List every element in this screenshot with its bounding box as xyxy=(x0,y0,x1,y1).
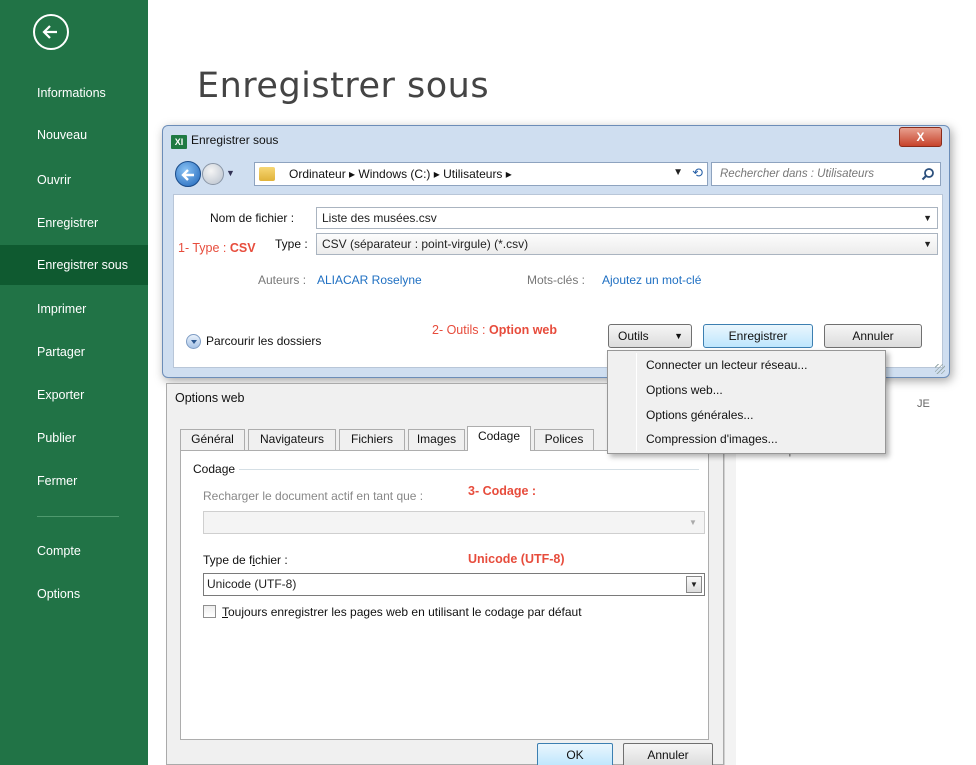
sidebar-item-fermer[interactable]: Fermer xyxy=(0,461,148,501)
dialog-title: Enregistrer sous xyxy=(191,133,279,147)
menu-item-web-options[interactable]: Options web... xyxy=(646,383,723,397)
tab-general[interactable]: Général xyxy=(180,429,245,450)
annotation-step3: 3- Codage : xyxy=(468,484,537,498)
chevron-down-icon[interactable]: ▼ xyxy=(923,234,932,254)
type-label: Type : xyxy=(275,237,308,251)
sidebar-item-options[interactable]: Options xyxy=(0,574,148,614)
menu-item-compress-pictures[interactable]: Compression d'images... xyxy=(646,432,778,446)
arrow-left-icon xyxy=(181,169,194,181)
page-title: Enregistrer sous xyxy=(197,66,490,106)
reload-label: Recharger le document actif en tant que … xyxy=(203,489,424,503)
resize-grip[interactable] xyxy=(935,364,945,374)
filename-label: Nom de fichier : xyxy=(210,211,295,225)
menu-item-general-options[interactable]: Options générales... xyxy=(646,408,753,422)
background-text: JE xyxy=(917,398,930,410)
type-select[interactable]: CSV (séparateur : point-virgule) (*.csv)… xyxy=(316,233,938,255)
refresh-icon[interactable]: ⟲ xyxy=(692,165,703,181)
tags-value[interactable]: Ajoutez un mot-clé xyxy=(602,273,701,287)
chevron-down-icon: ▼ xyxy=(689,518,697,527)
menu-gutter xyxy=(636,353,637,451)
search-placeholder: Rechercher dans : Utilisateurs xyxy=(720,168,875,180)
checkbox[interactable] xyxy=(203,605,216,618)
expand-chevron-icon xyxy=(186,334,201,350)
browse-folders-toggle[interactable]: Parcourir les dossiers xyxy=(186,334,321,350)
search-input[interactable]: Rechercher dans : Utilisateurs xyxy=(711,162,941,186)
folder-icon xyxy=(259,167,275,181)
annotation-step3-value: Unicode (UTF-8) xyxy=(468,552,565,566)
tab-images[interactable]: Images xyxy=(408,429,465,450)
sidebar-item-ouvrir[interactable]: Ouvrir xyxy=(0,160,148,200)
cancel-button[interactable]: Annuler xyxy=(623,743,713,765)
navigation-bar: ▼ Ordinateur ▸ Windows (C:) ▸ Utilisateu… xyxy=(173,159,943,189)
address-bar[interactable]: Ordinateur ▸ Windows (C:) ▸ Utilisateurs… xyxy=(254,162,708,186)
sidebar-item-exporter[interactable]: Exporter xyxy=(0,375,148,415)
authors-value[interactable]: ALIACAR Roselyne xyxy=(317,273,422,287)
filetype-value: Unicode (UTF-8) xyxy=(207,577,297,591)
sidebar-item-nouveau[interactable]: Nouveau xyxy=(0,115,148,155)
close-button[interactable]: X xyxy=(899,127,942,147)
tab-fichiers[interactable]: Fichiers xyxy=(339,429,405,450)
chevron-down-icon[interactable]: ▼ xyxy=(686,576,702,593)
sidebar-item-enregistrer[interactable]: Enregistrer xyxy=(0,203,148,243)
sidebar-item-informations[interactable]: Informations xyxy=(0,73,148,113)
cancel-button[interactable]: Annuler xyxy=(824,324,922,348)
annotation-step2: 2- Outils : Option web xyxy=(432,323,558,337)
tab-navigateurs[interactable]: Navigateurs xyxy=(248,429,336,450)
save-form: Nom de fichier : Liste des musées.csv ▼ … xyxy=(173,194,943,368)
sidebar-item-enregistrer-sous[interactable]: Enregistrer sous xyxy=(0,245,148,285)
filetype-encoding-select[interactable]: Unicode (UTF-8) ▼ xyxy=(203,573,705,596)
back-arrow-icon[interactable] xyxy=(33,14,69,50)
codage-panel: Codage Recharger le document actif en ta… xyxy=(180,450,709,740)
backstage-sidebar: Informations Nouveau Ouvrir Enregistrer … xyxy=(0,0,148,765)
sidebar-item-imprimer[interactable]: Imprimer xyxy=(0,289,148,329)
excel-icon: XI xyxy=(171,135,187,149)
chevron-down-icon: ▼ xyxy=(674,331,683,341)
filename-field[interactable]: Liste des musées.csv ▼ xyxy=(316,207,938,229)
group-divider xyxy=(239,469,699,470)
sidebar-item-partager[interactable]: Partager xyxy=(0,332,148,372)
ok-button[interactable]: OK xyxy=(537,743,613,765)
menu-item-map-network-drive[interactable]: Connecter un lecteur réseau... xyxy=(646,358,807,372)
authors-label: Auteurs : xyxy=(258,273,307,287)
back-button[interactable] xyxy=(175,161,201,187)
tab-polices[interactable]: Polices xyxy=(534,429,594,450)
tools-menu: Connecter un lecteur réseau... Options w… xyxy=(607,350,886,454)
save-button[interactable]: Enregistrer xyxy=(703,324,813,348)
address-path[interactable]: Ordinateur ▸ Windows (C:) ▸ Utilisateurs… xyxy=(289,167,512,181)
recent-locations-chevron-icon[interactable]: ▼ xyxy=(226,168,235,178)
save-as-dialog: XI Enregistrer sous X ▼ Ordinateur ▸ Win… xyxy=(162,125,950,378)
reload-encoding-select: ▼ xyxy=(203,511,705,534)
filetype-label: Type de fichier : xyxy=(203,553,288,567)
chevron-down-icon[interactable]: ▼ xyxy=(923,208,932,228)
address-dropdown-icon[interactable]: ▼ xyxy=(673,167,683,178)
sidebar-item-publier[interactable]: Publier xyxy=(0,418,148,458)
search-icon[interactable] xyxy=(921,167,935,181)
tags-label: Mots-clés : xyxy=(527,273,586,287)
annotation-step1: 1- Type : CSV xyxy=(178,241,256,255)
group-label: Codage xyxy=(193,462,240,476)
always-save-default-encoding[interactable]: Toujours enregistrer les pages web en ut… xyxy=(203,605,582,619)
sidebar-separator xyxy=(37,516,119,517)
tab-codage[interactable]: Codage xyxy=(467,426,531,451)
forward-button[interactable] xyxy=(202,163,224,185)
arrow-left-icon xyxy=(42,25,57,39)
sidebar-item-compte[interactable]: Compte xyxy=(0,531,148,571)
tools-button[interactable]: Outils ▼ xyxy=(608,324,692,348)
filename-value: Liste des musées.csv xyxy=(322,211,437,225)
type-value: CSV (séparateur : point-virgule) (*.csv) xyxy=(322,237,529,251)
dialog-title: Options web xyxy=(175,391,245,405)
